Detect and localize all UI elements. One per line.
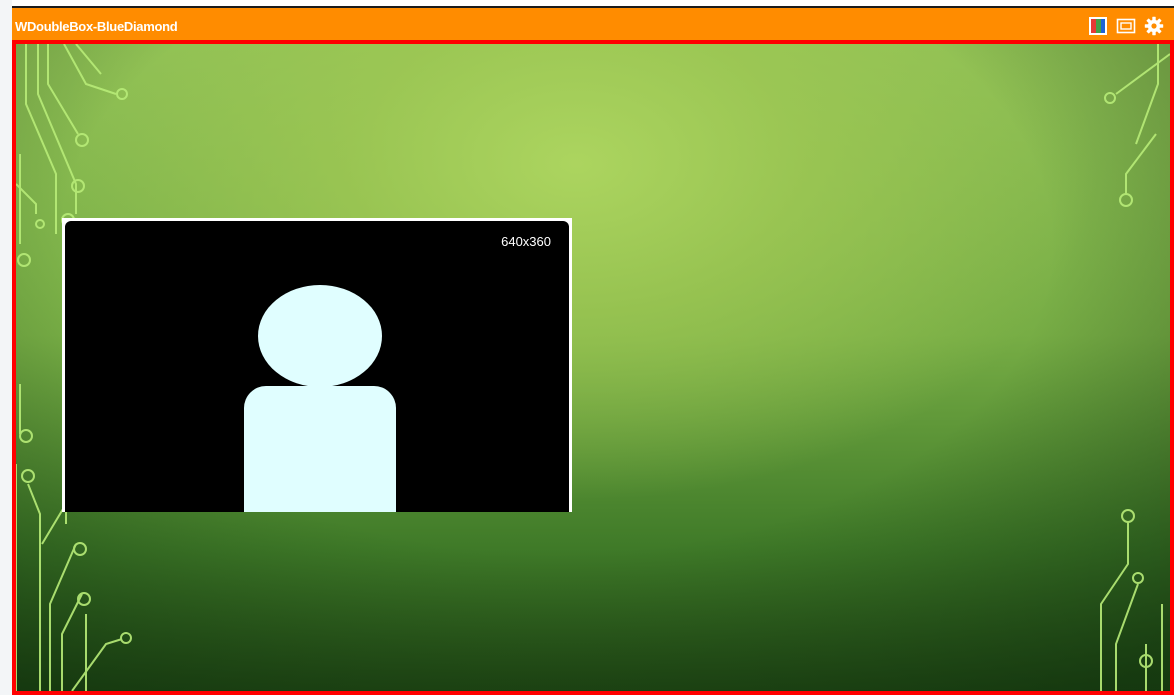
resolution-label: 640x360	[501, 234, 551, 249]
avatar-placeholder-head	[258, 285, 382, 387]
color-palette-icon[interactable]	[1088, 16, 1108, 36]
gear-icon[interactable]	[1144, 16, 1164, 36]
video-stage[interactable]: 640x360	[12, 40, 1174, 695]
video-feed: 640x360	[65, 221, 569, 512]
participant-video-tile[interactable]: 640x360	[62, 218, 572, 512]
avatar-placeholder-body	[244, 386, 396, 512]
picture-in-picture-icon[interactable]	[1116, 16, 1136, 36]
window-title: WDoubleBox-BlueDiamond	[15, 19, 178, 34]
title-bar: WDoubleBox-BlueDiamond	[12, 6, 1174, 40]
app-window: WDoubleBox-BlueDiamond 640x360	[12, 6, 1174, 695]
title-bar-tools	[1088, 16, 1164, 36]
